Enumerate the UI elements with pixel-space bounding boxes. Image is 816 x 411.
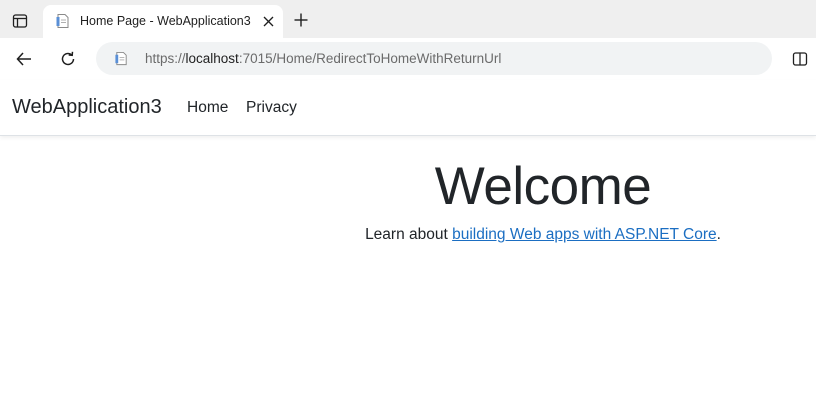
- url-text: https://localhost:7015/Home/RedirectToHo…: [145, 51, 501, 66]
- url-scheme: https://: [145, 51, 186, 66]
- web-page: WebApplication3 Home Privacy Welcome Lea…: [0, 80, 816, 411]
- site-brand-link[interactable]: WebApplication3: [12, 96, 162, 119]
- back-arrow-icon: [16, 52, 31, 66]
- tab-actions-button[interactable]: [6, 7, 34, 35]
- back-button[interactable]: [9, 44, 39, 74]
- page-title: Welcome: [434, 157, 652, 216]
- refresh-icon: [61, 51, 75, 66]
- lead-text: Learn about building Web apps with ASP.N…: [270, 226, 816, 244]
- url-path: :7015/Home/RedirectToHomeWithReturnUrl: [238, 51, 502, 66]
- tab-title: Home Page - WebApplication3: [80, 14, 251, 28]
- plus-icon: [294, 13, 308, 27]
- page-icon: [56, 14, 69, 28]
- lead-prefix: Learn about: [365, 226, 453, 243]
- split-screen-icon: [792, 52, 808, 66]
- new-tab-button[interactable]: [288, 7, 314, 33]
- refresh-button[interactable]: [53, 44, 83, 74]
- tab-close-button[interactable]: [259, 12, 277, 30]
- lead-suffix: .: [716, 226, 721, 243]
- browser-tab-active[interactable]: Home Page - WebApplication3: [43, 5, 283, 38]
- site-navbar: WebApplication3 Home Privacy: [0, 80, 816, 136]
- browser-tab-strip: Home Page - WebApplication3: [0, 0, 816, 38]
- nav-link-home[interactable]: Home: [187, 99, 228, 117]
- page-icon: [115, 51, 127, 66]
- url-host: localhost: [185, 51, 239, 66]
- close-icon: [263, 16, 273, 26]
- address-bar[interactable]: https://localhost:7015/Home/RedirectToHo…: [96, 42, 772, 75]
- tab-actions-icon: [12, 14, 28, 28]
- nav-link-privacy[interactable]: Privacy: [246, 99, 297, 117]
- split-screen-button[interactable]: [785, 44, 815, 74]
- browser-toolbar: https://localhost:7015/Home/RedirectToHo…: [0, 38, 816, 80]
- aspnet-docs-link[interactable]: building Web apps with ASP.NET Core: [452, 226, 717, 243]
